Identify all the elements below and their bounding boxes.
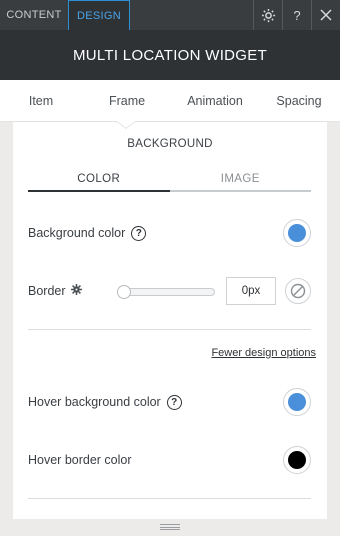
background-color-dot	[288, 224, 306, 242]
border-slider[interactable]	[117, 285, 215, 299]
settings-button[interactable]	[253, 0, 282, 30]
background-color-row: Background color ?	[28, 218, 311, 248]
tab-image[interactable]: IMAGE	[169, 170, 311, 192]
gear-icon	[70, 284, 82, 295]
subtab-item[interactable]: Item	[0, 80, 82, 121]
tab-color[interactable]: COLOR	[28, 170, 170, 192]
no-border-button[interactable]	[285, 278, 311, 304]
subtab-spacing[interactable]: Spacing	[258, 80, 340, 121]
border-slider-thumb[interactable]	[117, 285, 131, 299]
hover-background-color-label: Hover background color	[28, 395, 161, 409]
fewer-design-options-link[interactable]: Fewer design options	[211, 347, 316, 359]
help-icon[interactable]: ?	[166, 394, 182, 410]
close-icon	[320, 9, 332, 21]
help-icon[interactable]: ?	[131, 225, 147, 241]
help-icon: ?	[293, 7, 301, 23]
design-subtabs: Item Frame Animation Spacing	[0, 80, 340, 122]
border-row: Border 0px	[28, 276, 311, 306]
frame-panel: BACKGROUND COLOR IMAGE Background color …	[13, 121, 327, 519]
active-tab-pointer	[117, 121, 135, 128]
page-title: MULTI LOCATION WIDGET	[72, 46, 268, 64]
hover-border-color-dot	[288, 451, 306, 469]
top-bar: CONTENT DESIGN ?	[0, 0, 340, 30]
border-settings-icon[interactable]	[70, 284, 82, 298]
hover-background-color-swatch[interactable]	[283, 388, 311, 416]
tab-content[interactable]: CONTENT	[0, 0, 68, 30]
resize-handle[interactable]	[160, 524, 180, 530]
tab-design[interactable]: DESIGN	[68, 0, 130, 30]
hover-border-color-row: Hover border color	[28, 445, 311, 475]
hover-background-color-dot	[288, 393, 306, 411]
border-label: Border	[28, 284, 66, 298]
border-width-input[interactable]: 0px	[226, 277, 276, 305]
divider	[28, 329, 311, 330]
gear-icon	[261, 8, 275, 22]
divider	[28, 498, 311, 499]
hover-background-color-row: Hover background color ?	[28, 387, 311, 417]
hover-border-color-label: Hover border color	[28, 453, 132, 467]
background-color-swatch[interactable]	[283, 219, 311, 247]
section-title: BACKGROUND	[127, 138, 213, 150]
hover-border-color-swatch[interactable]	[283, 446, 311, 474]
background-type-tabs: COLOR IMAGE	[28, 170, 311, 192]
subtab-animation[interactable]: Animation	[172, 80, 258, 121]
background-color-label: Background color	[28, 226, 126, 240]
subtab-frame[interactable]: Frame	[82, 80, 172, 121]
help-button[interactable]: ?	[282, 0, 311, 30]
no-border-icon	[290, 283, 306, 299]
close-button[interactable]	[311, 0, 340, 30]
top-bar-spacer	[130, 0, 253, 30]
widget-title-bar: MULTI LOCATION WIDGET	[0, 30, 340, 80]
